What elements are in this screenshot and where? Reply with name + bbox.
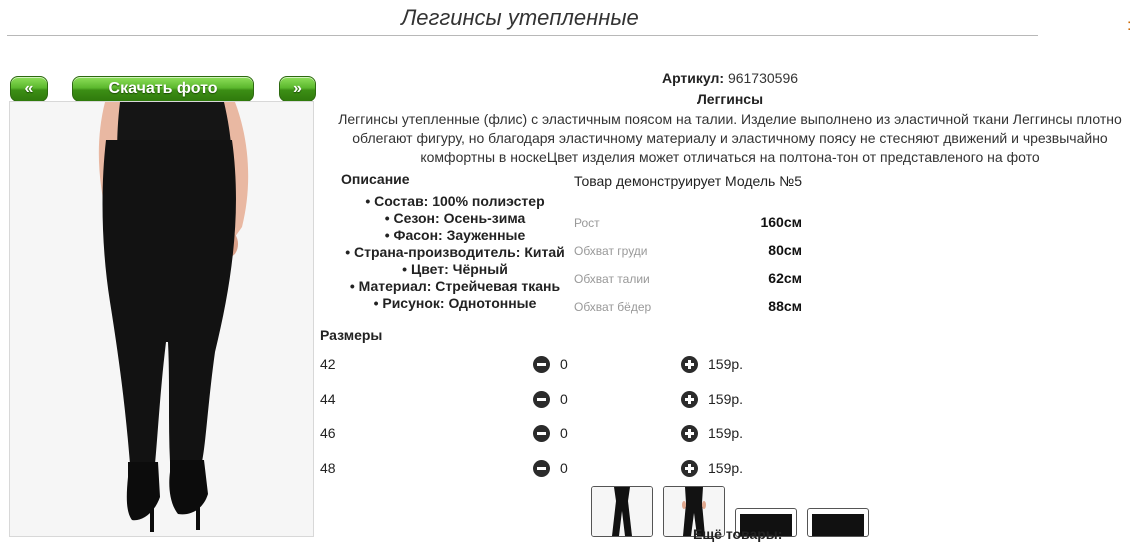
size-value: 46	[320, 425, 336, 441]
measure-value: 62см	[768, 270, 802, 286]
product-photo[interactable]	[9, 101, 314, 537]
quantity-value: 0	[560, 356, 568, 372]
price-value: 159р.	[708, 391, 744, 407]
spec-item: Материал: Стрейчевая ткань	[330, 278, 580, 295]
spec-item: Цвет: Чёрный	[330, 261, 580, 278]
specs-title: Описание	[341, 171, 410, 187]
quantity-value: 0	[560, 460, 568, 476]
product-description: Леггинсы утепленные (флис) с эластичным …	[338, 111, 1122, 165]
minus-icon[interactable]	[533, 425, 550, 442]
sizes-title: Размеры	[320, 327, 383, 343]
article-label: Артикул:	[661, 70, 725, 86]
spec-item: Фасон: Зауженные	[330, 227, 580, 244]
size-value: 42	[320, 356, 336, 372]
edge-mark: :	[1127, 17, 1132, 34]
price-value: 159р.	[708, 425, 744, 441]
thumbnail-image	[812, 514, 864, 536]
measure-label: Обхват груди	[574, 244, 648, 258]
price-value: 159р.	[708, 460, 744, 476]
plus-icon[interactable]	[681, 460, 698, 477]
model-title: Товар демонструирует Модель №5	[574, 173, 802, 189]
quantity-value: 0	[560, 391, 568, 407]
measure-label: Обхват бёдер	[574, 300, 652, 314]
article-line: Артикул: 961730596	[325, 70, 1133, 86]
size-value: 48	[320, 460, 336, 476]
plus-icon[interactable]	[681, 425, 698, 442]
page-title: Леггинсы утепленные	[401, 5, 639, 30]
size-row: 46 0 159р.	[320, 425, 780, 445]
measure-value: 80см	[768, 242, 802, 258]
specs-list: Состав: 100% полиэстер Сезон: Осень-зима…	[330, 193, 580, 312]
spec-item: Рисунок: Однотонные	[330, 295, 580, 312]
size-row: 48 0 159р.	[320, 460, 780, 480]
title-divider	[7, 35, 1038, 36]
model-measure: Обхват бёдер 88см	[574, 298, 802, 318]
minus-icon[interactable]	[533, 460, 550, 477]
prev-photo-button[interactable]: «	[10, 76, 48, 102]
measure-value: 88см	[768, 298, 802, 314]
more-products-title: Ещё товары:	[693, 526, 783, 542]
size-value: 44	[320, 391, 336, 407]
plus-icon[interactable]	[681, 356, 698, 373]
quantity-value: 0	[560, 425, 568, 441]
product-kind: Леггинсы	[696, 91, 764, 107]
model-measure: Рост 160см	[574, 214, 802, 234]
spec-item: Сезон: Осень-зима	[330, 210, 580, 227]
next-photo-button[interactable]: »	[279, 76, 316, 102]
plus-icon[interactable]	[681, 391, 698, 408]
size-row: 42 0 159р.	[320, 356, 780, 376]
minus-icon[interactable]	[533, 391, 550, 408]
measure-label: Рост	[574, 216, 600, 230]
photo-thumbnail[interactable]	[591, 486, 653, 537]
thumbnail-image	[592, 487, 652, 536]
product-photo-image	[10, 102, 313, 536]
price-value: 159р.	[708, 356, 744, 372]
article-number: 961730596	[727, 70, 799, 86]
photo-thumbnail[interactable]	[807, 508, 869, 537]
minus-icon[interactable]	[533, 356, 550, 373]
measure-label: Обхват талии	[574, 272, 650, 286]
model-measure: Обхват талии 62см	[574, 270, 802, 290]
download-photo-button[interactable]: Скачать фото	[72, 76, 254, 102]
spec-item: Состав: 100% полиэстер	[330, 193, 580, 210]
measure-value: 160см	[760, 214, 802, 230]
model-measure: Обхват груди 80см	[574, 242, 802, 262]
spec-item: Страна-производитель: Китай	[330, 244, 580, 261]
size-row: 44 0 159р.	[320, 391, 780, 411]
